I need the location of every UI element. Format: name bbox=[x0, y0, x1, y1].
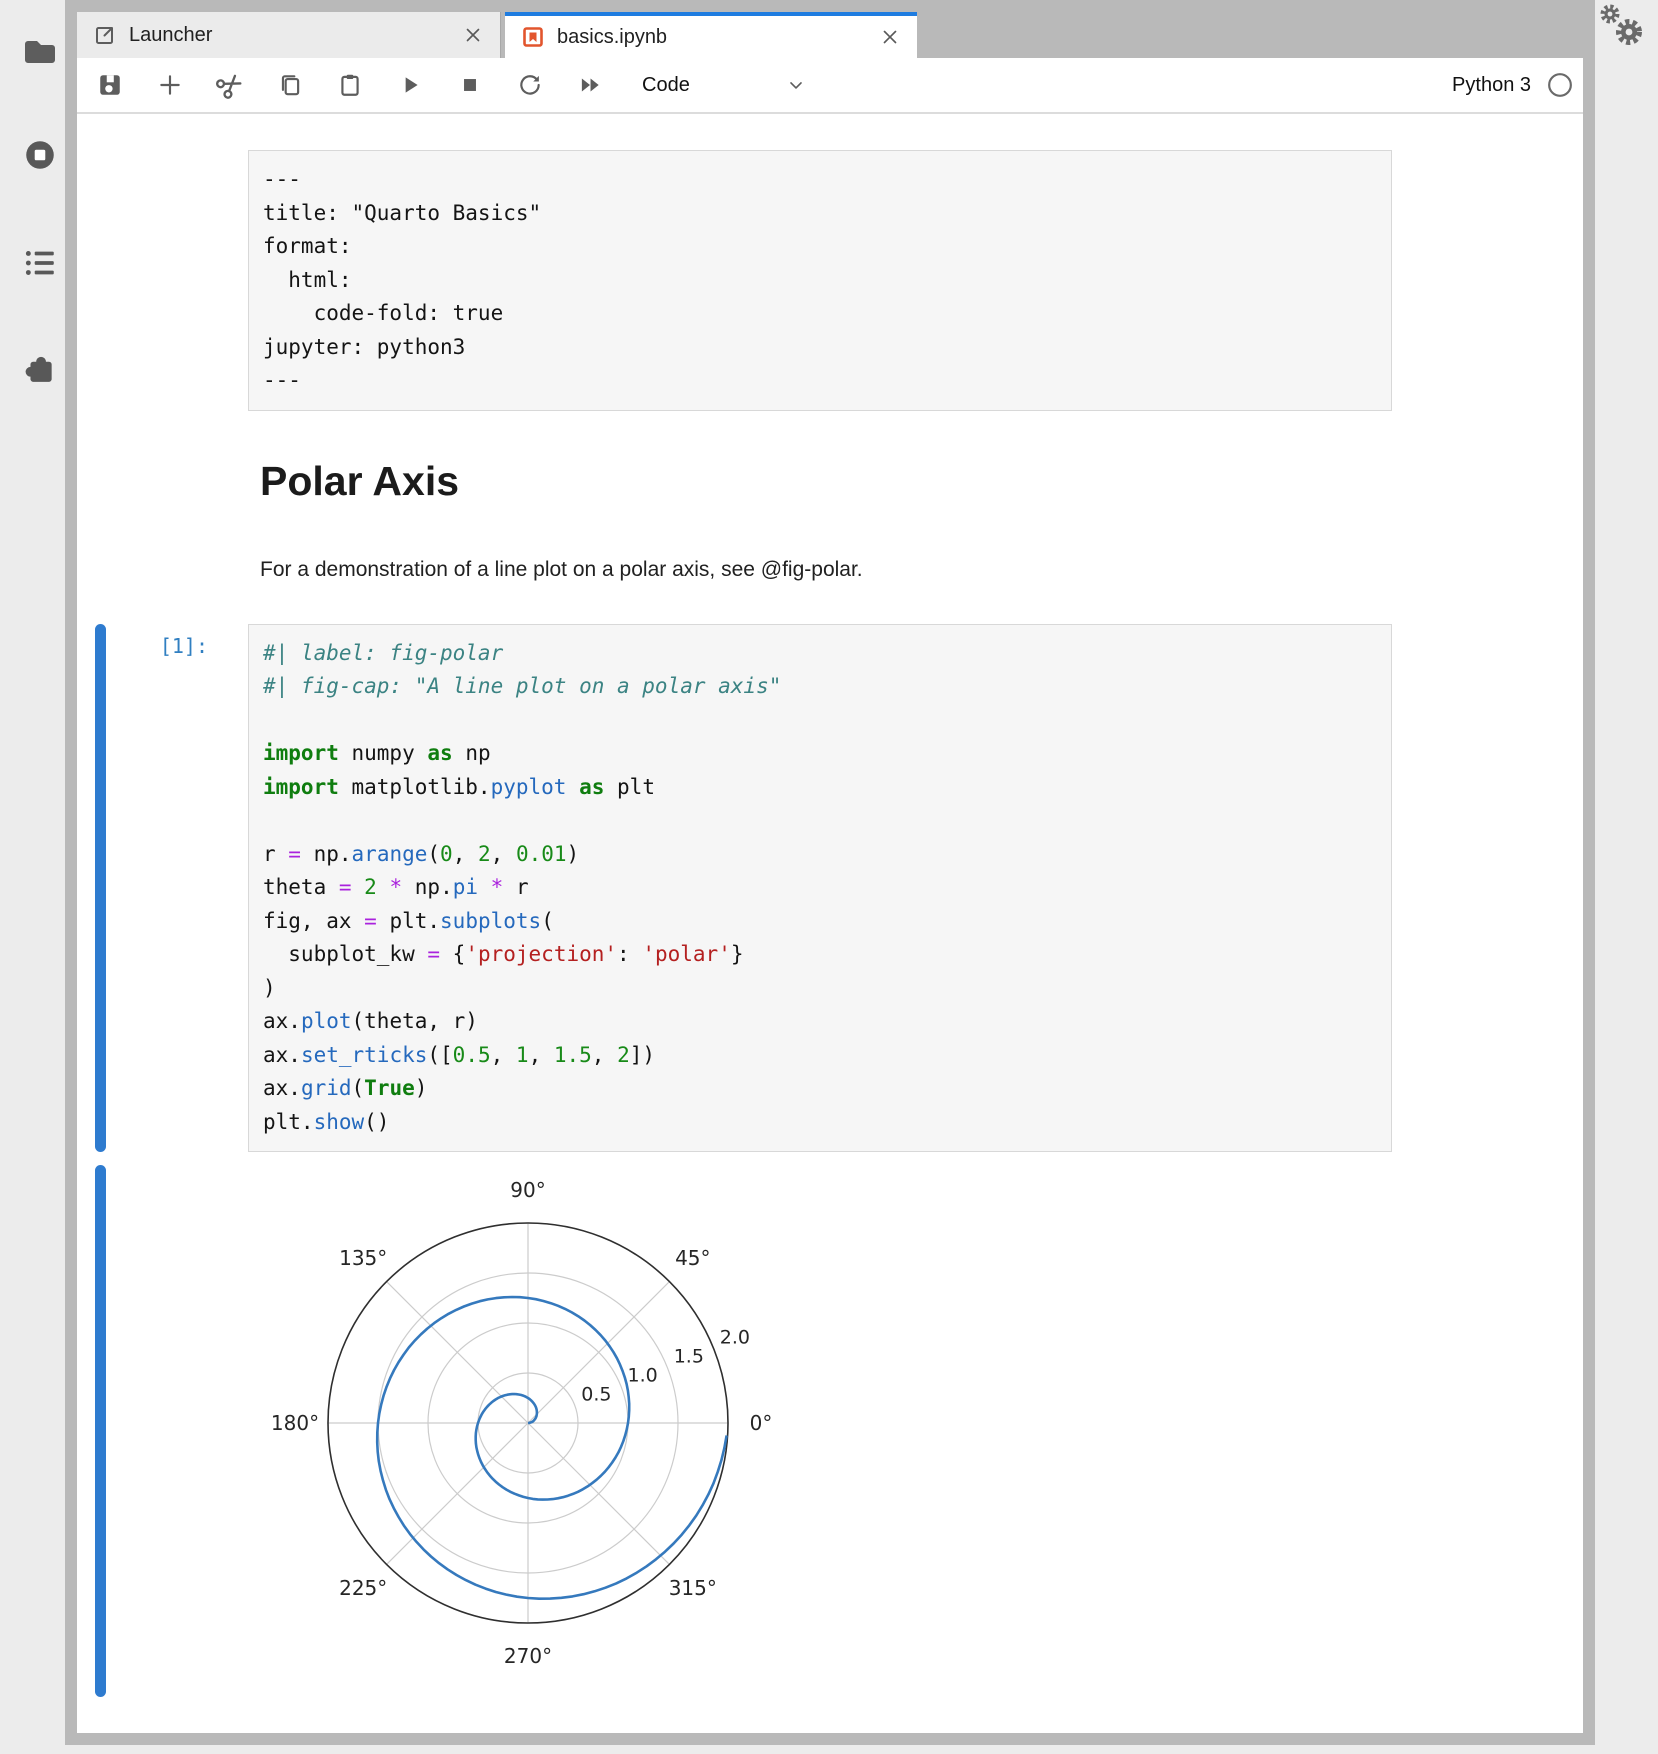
tab-launcher-label: Launcher bbox=[129, 24, 462, 47]
sidebar-item-running-sessions[interactable] bbox=[22, 139, 58, 171]
svg-text:0.5: 0.5 bbox=[581, 1384, 611, 1406]
toolbar-kernel-area: Python 3 bbox=[1452, 72, 1583, 98]
close-icon[interactable] bbox=[462, 24, 484, 46]
svg-text:135°: 135° bbox=[339, 1246, 387, 1270]
run-all-cells-button[interactable] bbox=[566, 65, 614, 105]
output-figure: 0° 45° 90° 135° 180° 225° 270° 315° 0.5 1.0 1.5 2.0 bbox=[248, 1165, 828, 1697]
stop-circle-icon bbox=[22, 139, 58, 171]
jupyterlab-window: Launcher basics.ipynb bbox=[65, 0, 1595, 1745]
svg-text:225°: 225° bbox=[339, 1576, 387, 1600]
sidebar-item-file-browser[interactable] bbox=[22, 36, 58, 68]
kernel-status-icon[interactable] bbox=[1547, 72, 1573, 98]
notebook-content: ---title: "Quarto Basics"format: html: c… bbox=[77, 114, 1583, 1733]
raw-cell-editor[interactable]: ---title: "Quarto Basics"format: html: c… bbox=[248, 150, 1392, 411]
cell-type-select[interactable]: Code bbox=[632, 66, 816, 104]
code-cell-editor[interactable]: #| label: fig-polar#| fig-cap: "A line p… bbox=[248, 624, 1392, 1153]
svg-text:270°: 270° bbox=[504, 1644, 552, 1668]
page-title: Polar Axis bbox=[260, 458, 1583, 505]
paste-icon bbox=[337, 72, 363, 98]
svg-text:0°: 0° bbox=[750, 1411, 773, 1435]
execution-count: [1]: bbox=[106, 624, 248, 1153]
svg-text:315°: 315° bbox=[669, 1576, 717, 1600]
gear-large bbox=[1619, 22, 1639, 42]
cut-icon bbox=[216, 71, 244, 99]
svg-text:2.0: 2.0 bbox=[720, 1326, 750, 1348]
raw-cell: ---title: "Quarto Basics"format: html: c… bbox=[95, 150, 1583, 411]
list-icon bbox=[22, 247, 58, 279]
svg-text:1.0: 1.0 bbox=[627, 1365, 657, 1387]
launcher-icon bbox=[93, 23, 117, 47]
notebook-toolbar: Code Python 3 bbox=[77, 58, 1583, 114]
close-icon[interactable] bbox=[879, 26, 901, 48]
settings-gears-icon[interactable] bbox=[1596, 2, 1650, 54]
output-prompt bbox=[106, 1165, 248, 1697]
cell-prompt bbox=[106, 150, 248, 411]
svg-text:1.5: 1.5 bbox=[674, 1345, 704, 1367]
markdown-cell: Polar Axis For a demonstration of a line… bbox=[260, 458, 1583, 584]
tab-basics-label: basics.ipynb bbox=[557, 26, 879, 49]
polar-plot: 0° 45° 90° 135° 180° 225° 270° 315° 0.5 1.0 1.5 2.0 bbox=[248, 1165, 828, 1697]
insert-cell-button[interactable] bbox=[146, 65, 194, 105]
chevron-down-icon bbox=[786, 75, 806, 95]
output-collapser[interactable] bbox=[95, 1165, 106, 1697]
svg-text:180°: 180° bbox=[271, 1411, 319, 1435]
svg-text:90°: 90° bbox=[510, 1178, 545, 1202]
save-icon bbox=[97, 72, 123, 98]
copy-icon bbox=[277, 72, 303, 98]
dock-tab-bar: Launcher basics.ipynb bbox=[77, 12, 1583, 58]
restart-icon bbox=[517, 72, 543, 98]
kernel-name[interactable]: Python 3 bbox=[1452, 74, 1531, 97]
main-panel: Launcher basics.ipynb bbox=[77, 12, 1583, 1733]
cell-type-value: Code bbox=[642, 74, 690, 97]
paste-cells-button[interactable] bbox=[326, 65, 374, 105]
output-cell: 0° 45° 90° 135° 180° 225° 270° 315° 0.5 1.0 1.5 2.0 bbox=[95, 1165, 1583, 1697]
plus-icon bbox=[157, 72, 183, 98]
activity-bar bbox=[0, 0, 65, 1754]
folder-icon bbox=[22, 36, 58, 66]
tab-launcher[interactable]: Launcher bbox=[77, 12, 501, 58]
gear-small bbox=[1603, 7, 1617, 21]
cell-collapser bbox=[95, 150, 106, 411]
copy-cells-button[interactable] bbox=[266, 65, 314, 105]
tab-basics-ipynb[interactable]: basics.ipynb bbox=[505, 12, 917, 58]
run-all-icon bbox=[577, 72, 603, 98]
run-cell-button[interactable] bbox=[386, 65, 434, 105]
sidebar-item-table-of-contents[interactable] bbox=[22, 247, 58, 279]
code-cell: [1]: #| label: fig-polar#| fig-cap: "A l… bbox=[95, 624, 1583, 1153]
input-collapser[interactable] bbox=[95, 624, 106, 1153]
restart-kernel-button[interactable] bbox=[506, 65, 554, 105]
interrupt-kernel-button[interactable] bbox=[446, 65, 494, 105]
cut-cells-button[interactable] bbox=[206, 65, 254, 105]
markdown-paragraph: For a demonstration of a line plot on a … bbox=[260, 555, 1583, 584]
save-button[interactable] bbox=[86, 65, 134, 105]
notebook-icon bbox=[521, 25, 545, 49]
svg-text:45°: 45° bbox=[675, 1246, 710, 1270]
puzzle-icon bbox=[22, 350, 58, 384]
stop-icon bbox=[457, 72, 483, 98]
sidebar-item-extensions[interactable] bbox=[22, 350, 58, 382]
run-icon bbox=[397, 72, 423, 98]
